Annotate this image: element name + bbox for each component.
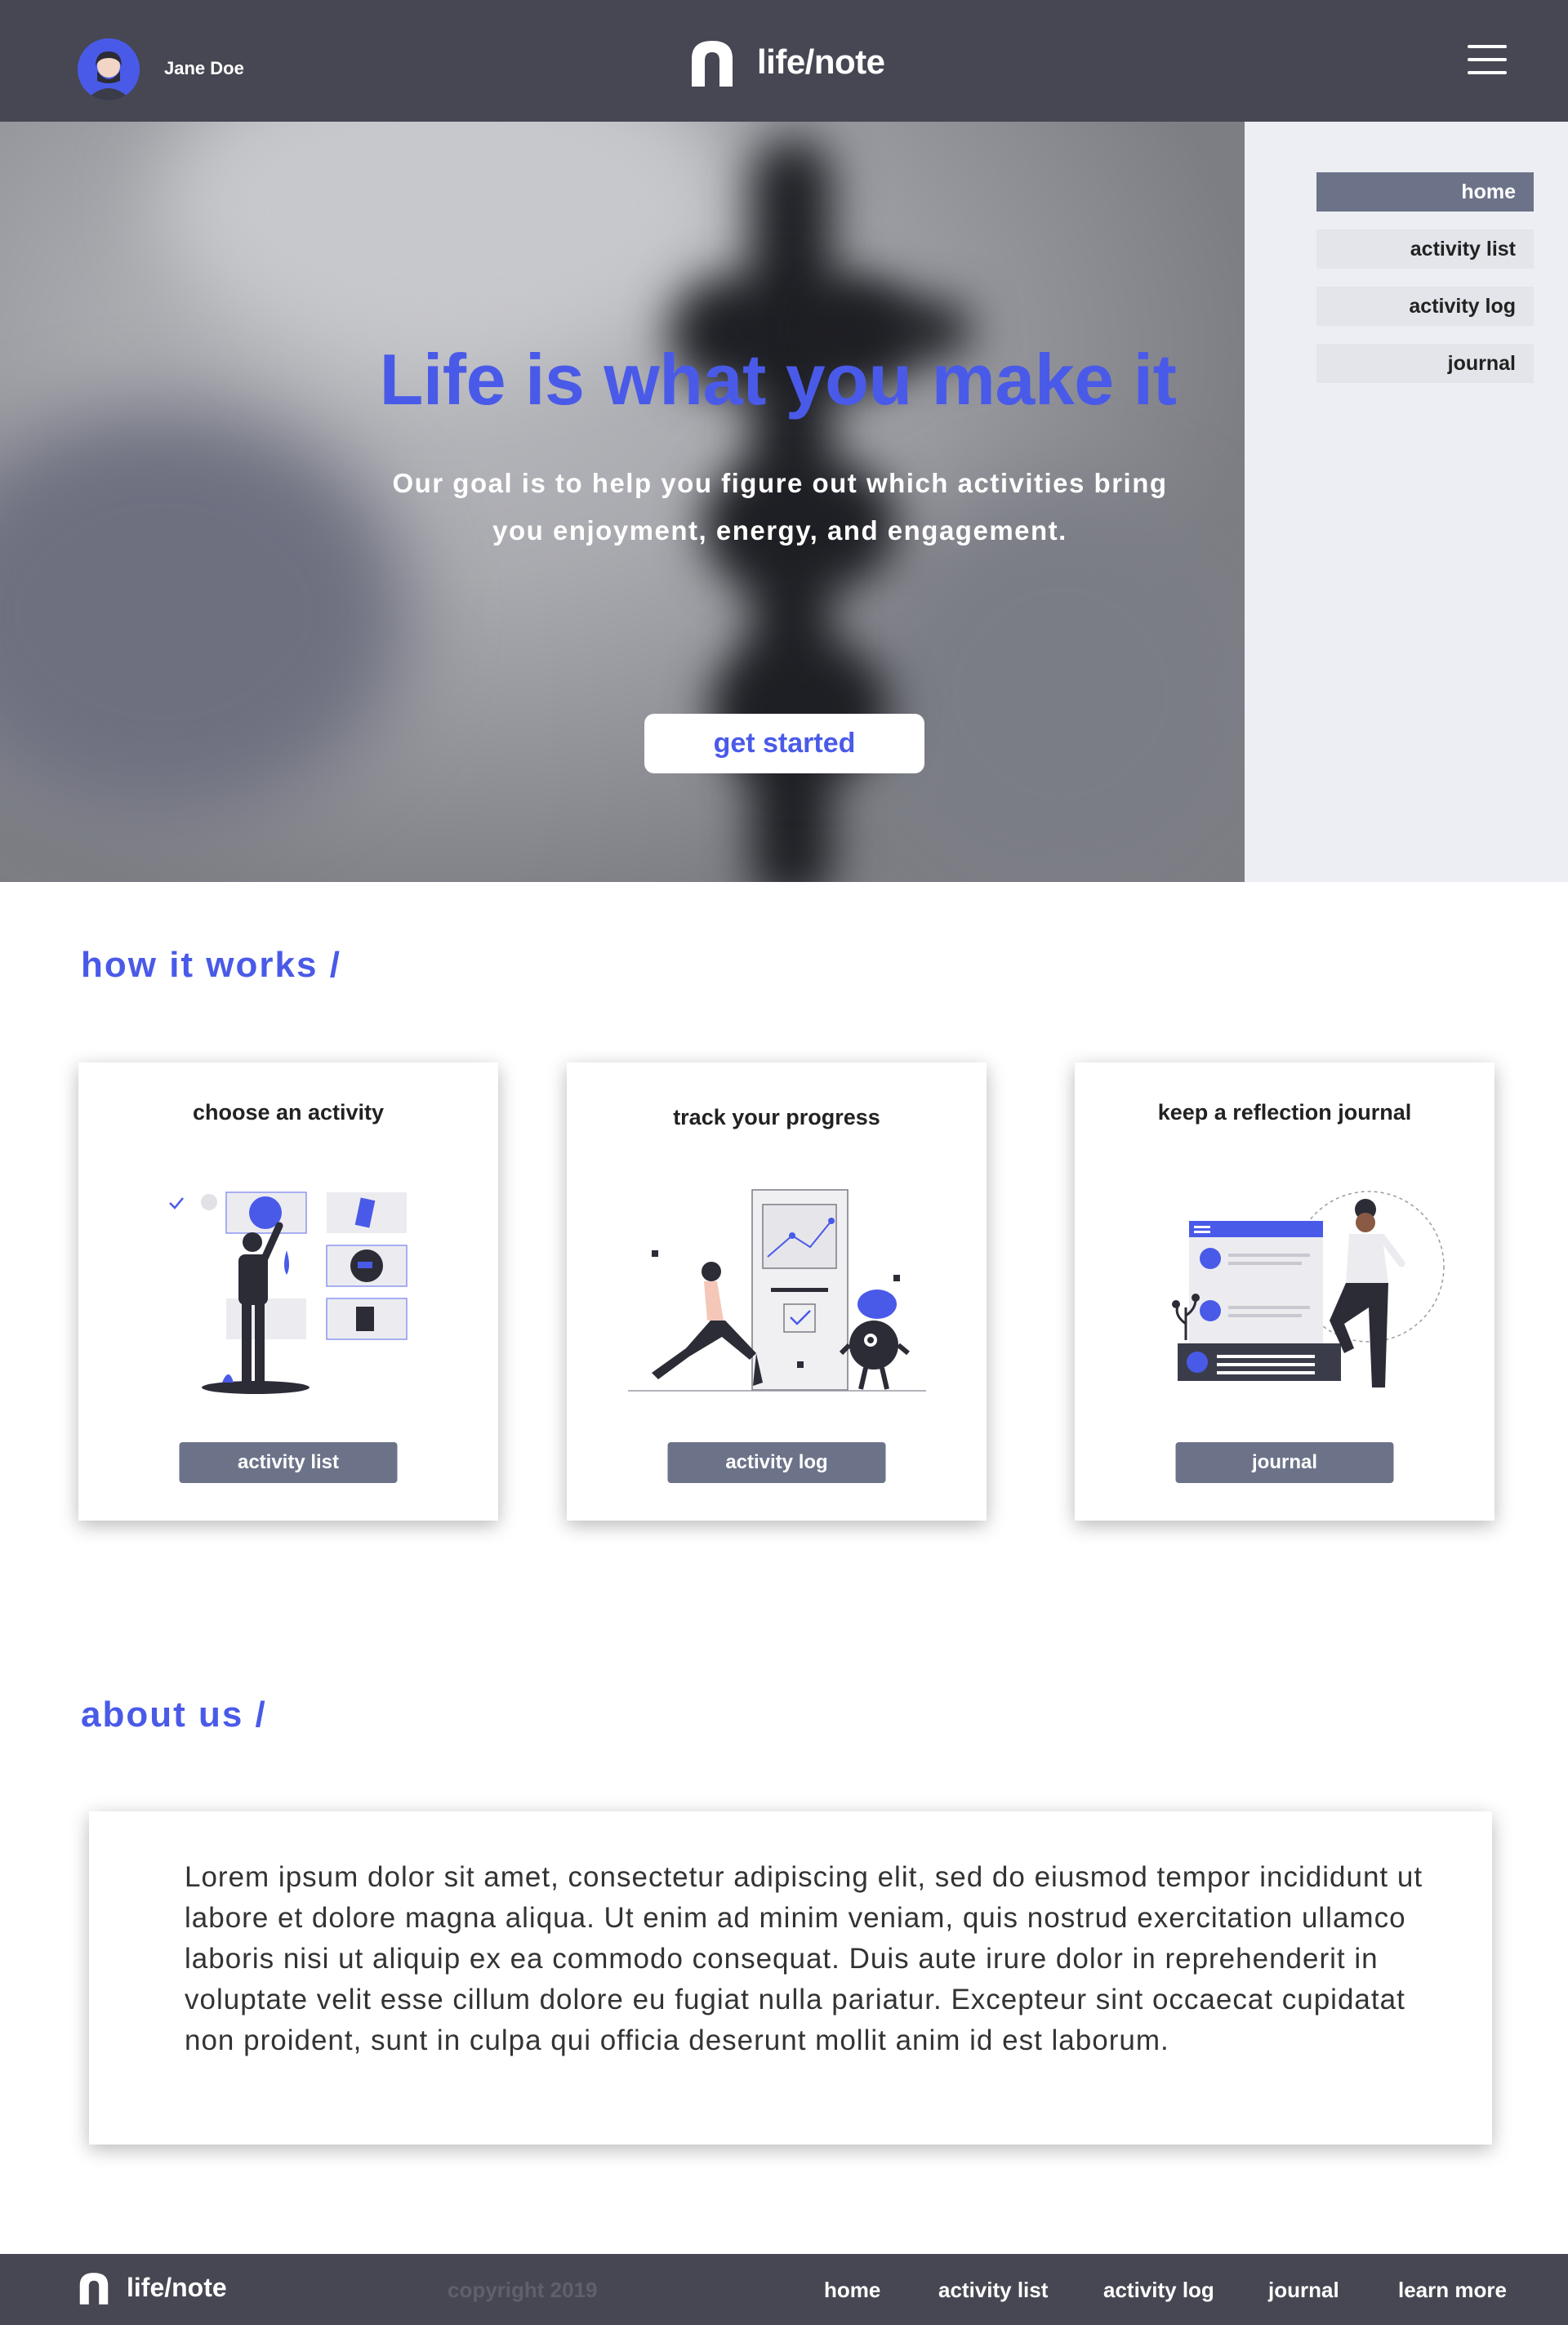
footer-link-home[interactable]: home [824, 2278, 880, 2303]
footer-link-activity-list[interactable]: activity list [938, 2278, 1048, 2303]
logo-text: life/note [757, 42, 885, 81]
logo-arch-icon [79, 2273, 109, 2305]
site-logo[interactable]: life/note [688, 38, 885, 87]
footer: life/note copyright 2019 home activity l… [0, 2254, 1568, 2325]
hamburger-icon [1468, 45, 1507, 48]
reflection-journal-illustration [1172, 1191, 1445, 1387]
get-started-button[interactable]: get started [644, 714, 924, 773]
hero-title: Life is what you make it [379, 339, 1177, 420]
sidenav-item-activity-log[interactable]: activity log [1316, 287, 1534, 326]
user-name: Jane Doe [164, 58, 244, 78]
footer-link-learn-more[interactable]: learn more [1398, 2278, 1507, 2303]
background-blur [163, 122, 735, 367]
about-us-panel: Lorem ipsum dolor sit amet, consectetur … [89, 1811, 1492, 2145]
hero-subtitle: Our goal is to help you figure out which… [392, 468, 1168, 546]
copyright-text: copyright 2019 [448, 2278, 598, 2302]
activity-log-button[interactable]: activity log [667, 1442, 886, 1483]
hero-banner: Life is what you make it Our goal is to … [0, 122, 1245, 882]
card-title: keep a reflection journal [1157, 1100, 1412, 1125]
hamburger-icon-line [1468, 58, 1507, 61]
about-us-title: about us / [81, 1695, 267, 1735]
sidenav-item-journal[interactable]: journal [1316, 344, 1534, 383]
hamburger-menu-button[interactable] [1468, 45, 1507, 76]
choose-activity-illustration [169, 1191, 408, 1394]
side-nav: home activity list activity log journal [1245, 122, 1568, 882]
journal-button[interactable]: journal [1175, 1442, 1394, 1483]
activity-list-button[interactable]: activity list [179, 1442, 398, 1483]
track-progress-illustration [628, 1189, 926, 1392]
sidenav-item-activity-list[interactable]: activity list [1316, 229, 1534, 269]
hamburger-icon-line [1468, 71, 1507, 74]
footer-link-activity-log[interactable]: activity log [1103, 2278, 1214, 2303]
card-title: track your progress [673, 1105, 880, 1129]
card-title: choose an activity [192, 1100, 385, 1125]
background-blur [0, 408, 408, 816]
how-it-works-title: how it works / [81, 945, 341, 985]
user-avatar-icon [78, 38, 140, 100]
top-header: Jane Doe life/note [0, 0, 1568, 122]
logo-arch-icon [692, 41, 733, 87]
footer-logo-text: life/note [127, 2272, 227, 2302]
card-track-progress: track your progress activity log [567, 1062, 987, 1521]
about-us-text: Lorem ipsum dolor sit amet, consectetur … [185, 1861, 1423, 2056]
card-choose-activity: choose an activity activity list [78, 1062, 498, 1521]
footer-logo[interactable]: life/note [78, 2269, 227, 2305]
avatar[interactable] [78, 38, 140, 100]
footer-link-journal[interactable]: journal [1268, 2278, 1339, 2303]
card-reflection-journal: keep a reflection journal journal [1075, 1062, 1494, 1521]
sidenav-item-home[interactable]: home [1316, 172, 1534, 212]
